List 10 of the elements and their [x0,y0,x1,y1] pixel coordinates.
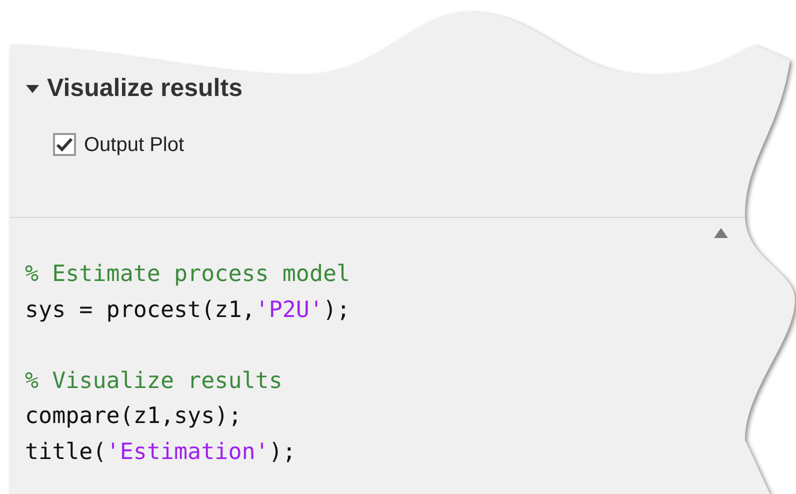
up-triangle-icon[interactable] [714,228,728,238]
section-title[interactable]: Visualize results [47,70,242,108]
checkbox[interactable] [53,133,76,156]
code-line: % Estimate process model [25,260,352,289]
caret-icon[interactable] [26,84,39,93]
code-line: compare(z1,sys); [25,402,243,431]
code-line: title('Estimation'); [25,438,297,466]
code-line: % Visualize results [25,366,284,396]
code-line: sys = procest(z1,'P2U'); [25,296,352,324]
checkbox-label: Output Plot [84,132,184,158]
